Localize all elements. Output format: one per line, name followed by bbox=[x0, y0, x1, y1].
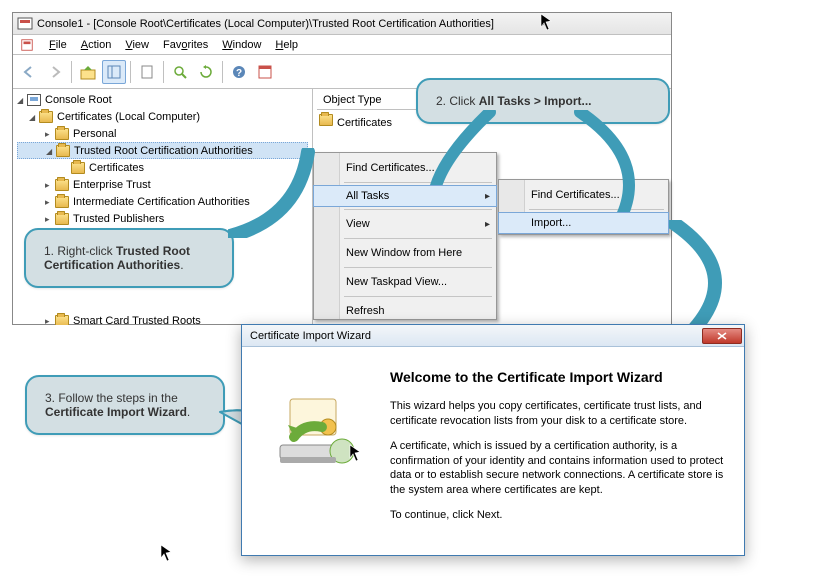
tree-enterprise-trust[interactable]: Enterprise Trust bbox=[17, 176, 308, 193]
tree-trusted-root-ca[interactable]: Trusted Root Certification Authorities bbox=[17, 142, 308, 159]
ctx-view[interactable]: View bbox=[314, 213, 496, 235]
properties-button[interactable] bbox=[135, 60, 159, 84]
ctx-all-tasks[interactable]: All Tasks bbox=[313, 185, 497, 207]
ctx-refresh[interactable]: Refresh bbox=[314, 300, 496, 322]
tree-view-button[interactable] bbox=[102, 60, 126, 84]
cursor-icon bbox=[160, 544, 174, 566]
callout-1: 1. Right-click Trusted Root Certificatio… bbox=[24, 228, 234, 288]
tree-certificates[interactable]: Certificates bbox=[17, 159, 308, 176]
tree-root[interactable]: Console Root bbox=[17, 91, 308, 108]
mmc-icon bbox=[17, 16, 33, 32]
ctx-sub-import[interactable]: Import... bbox=[498, 212, 669, 234]
menubar: File Action View Favorites Window Help bbox=[13, 35, 671, 55]
wizard-p2: A certificate, which is issued by a cert… bbox=[390, 439, 726, 498]
action-pane-button[interactable] bbox=[253, 60, 277, 84]
svg-text:?: ? bbox=[236, 68, 242, 79]
ctx-find[interactable]: Find Certificates... bbox=[314, 157, 496, 179]
tree-panel: Console Root Certificates (Local Compute… bbox=[13, 89, 313, 325]
wizard-content: Welcome to the Certificate Import Wizard… bbox=[390, 369, 726, 533]
help-button[interactable]: ? bbox=[227, 60, 251, 84]
titlebar: Console1 - [Console Root\Certificates (L… bbox=[13, 13, 671, 35]
menu-file[interactable]: File bbox=[49, 39, 67, 51]
wizard-title-text: Certificate Import Wizard bbox=[250, 330, 371, 342]
up-button[interactable] bbox=[76, 60, 100, 84]
ctx-taskpad[interactable]: New Taskpad View... bbox=[314, 271, 496, 293]
tree-personal[interactable]: Personal bbox=[17, 125, 308, 142]
close-button[interactable] bbox=[702, 328, 742, 344]
refresh-button[interactable] bbox=[194, 60, 218, 84]
doc-icon bbox=[19, 37, 35, 53]
menu-window[interactable]: Window bbox=[222, 39, 261, 51]
window-title: Console1 - [Console Root\Certificates (L… bbox=[37, 18, 494, 30]
tree-intermediate-ca[interactable]: Intermediate Certification Authorities bbox=[17, 193, 308, 210]
back-button[interactable] bbox=[17, 60, 41, 84]
find-button[interactable] bbox=[168, 60, 192, 84]
wizard-graphic bbox=[266, 369, 366, 533]
callout-2: 2. Click All Tasks > Import... bbox=[416, 78, 670, 124]
wizard-p3: To continue, click Next. bbox=[390, 508, 726, 523]
menu-action[interactable]: Action bbox=[81, 39, 112, 51]
forward-button[interactable] bbox=[43, 60, 67, 84]
wizard-p1: This wizard helps you copy certificates,… bbox=[390, 399, 726, 429]
tree-trusted-pub[interactable]: Trusted Publishers bbox=[17, 210, 308, 227]
ctx-sub-find[interactable]: Find Certificates... bbox=[499, 184, 668, 206]
callout-3: 3. Follow the steps in the Certificate I… bbox=[25, 375, 225, 435]
menu-help[interactable]: Help bbox=[275, 39, 298, 51]
wizard-window: Certificate Import Wizard Welcome to the… bbox=[241, 324, 745, 556]
tree-certs-lc[interactable]: Certificates (Local Computer) bbox=[17, 108, 308, 125]
wizard-titlebar: Certificate Import Wizard bbox=[242, 325, 744, 347]
wizard-heading: Welcome to the Certificate Import Wizard bbox=[390, 369, 726, 385]
context-menu: Find Certificates... All Tasks View New … bbox=[313, 152, 497, 320]
menu-view[interactable]: View bbox=[125, 39, 149, 51]
context-submenu: Find Certificates... Import... bbox=[498, 179, 669, 235]
menu-favorites[interactable]: Favorites bbox=[163, 39, 208, 51]
ctx-new-window[interactable]: New Window from Here bbox=[314, 242, 496, 264]
